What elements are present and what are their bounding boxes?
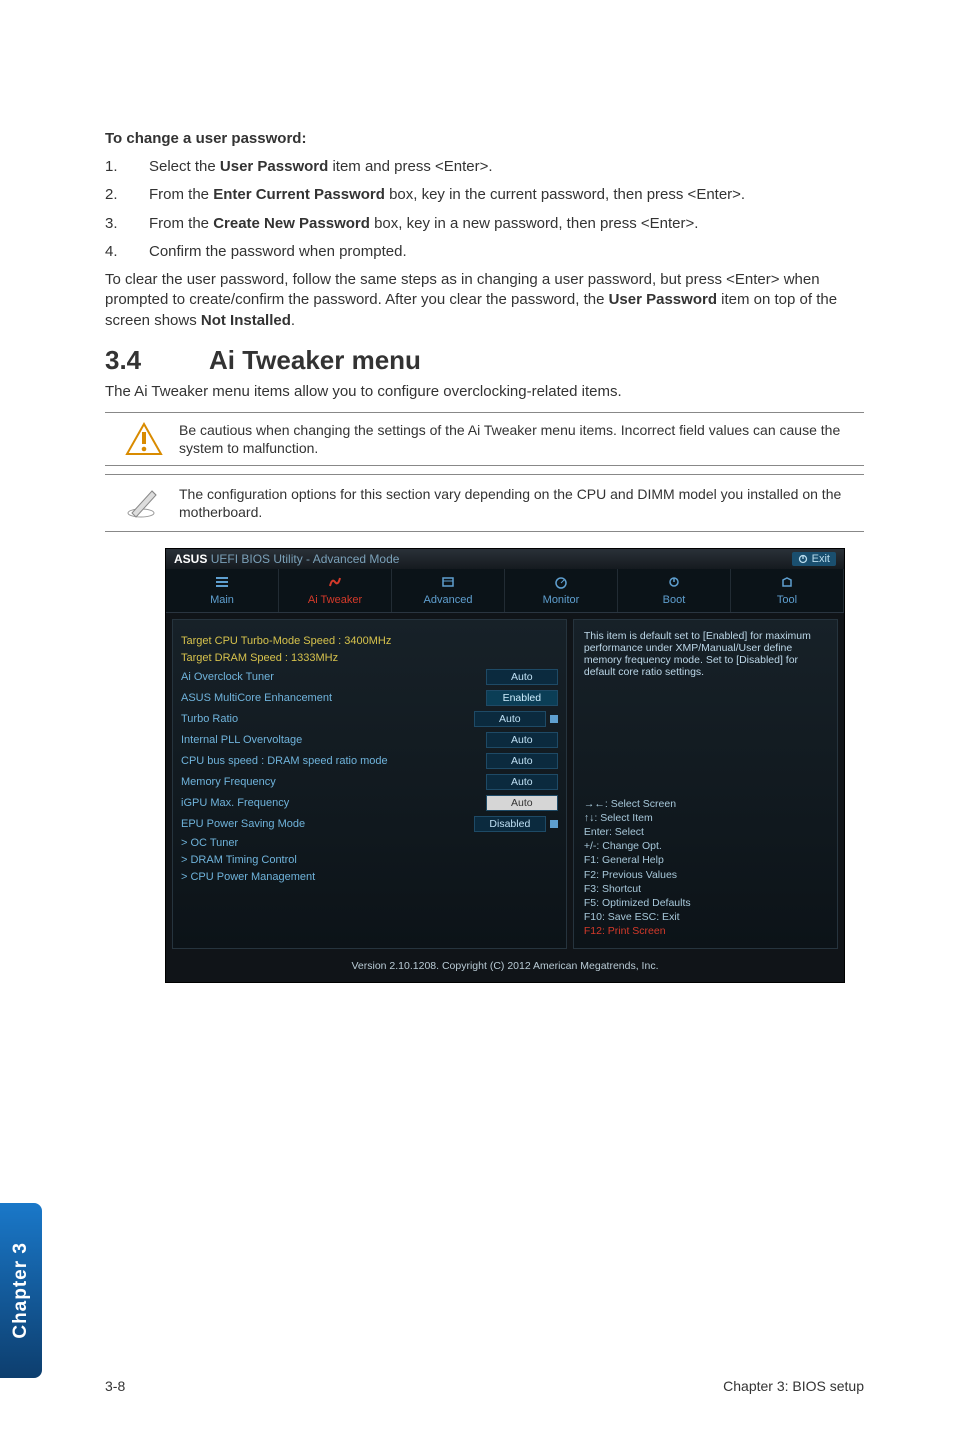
bios-settings-panel: Target CPU Turbo-Mode Speed : 3400MHz Tar… <box>172 619 567 949</box>
bios-tab-boot[interactable]: Boot <box>618 569 731 612</box>
bios-help-key-line: F2: Previous Values <box>584 868 827 882</box>
bios-field-value[interactable]: Auto <box>486 774 558 790</box>
bios-exit-button[interactable]: Exit <box>792 552 836 566</box>
bios-tab-main[interactable]: Main <box>166 569 279 612</box>
bios-help-top: This item is default set to [Enabled] fo… <box>584 630 827 678</box>
bios-field-value[interactable]: Disabled <box>474 816 546 832</box>
bios-help-key-line: Enter: Select <box>584 825 827 839</box>
steps-list: 1.Select the User Password item and pres… <box>105 157 864 262</box>
bios-setting-row[interactable]: iGPU Max. FrequencyAuto <box>181 795 558 811</box>
bios-tab-tool[interactable]: Tool <box>731 569 844 612</box>
scroll-indicator <box>550 715 558 723</box>
bios-field-value[interactable]: Auto <box>486 753 558 769</box>
bios-setting-row[interactable]: Target CPU Turbo-Mode Speed : 3400MHz <box>181 635 558 647</box>
bios-field-value[interactable]: Enabled <box>486 690 558 706</box>
section-heading: 3.4 Ai Tweaker menu <box>105 345 864 376</box>
bios-help-key-line: F3: Shortcut <box>584 882 827 896</box>
bios-screenshot: ASUS UEFI BIOS Utility - Advanced Mode E… <box>165 548 845 983</box>
tab-icon <box>507 575 615 592</box>
bios-tab-advanced[interactable]: Advanced <box>392 569 505 612</box>
bios-help-key-line: ↑↓: Select Item <box>584 811 827 825</box>
bios-setting-row[interactable]: Target DRAM Speed : 1333MHz <box>181 652 558 664</box>
bios-help-key-line: F12: Print Screen <box>584 924 827 938</box>
bios-brand: ASUS <box>174 552 207 566</box>
clear-password-text: To clear the user password, follow the s… <box>105 270 864 331</box>
tab-icon <box>281 575 389 592</box>
info-text: The configuration options for this secti… <box>179 485 860 521</box>
bios-tab-ai-tweaker[interactable]: Ai Tweaker <box>279 569 392 612</box>
chapter-side-tab: Chapter 3 <box>0 1203 42 1378</box>
tab-icon <box>394 575 502 592</box>
bios-setting-row[interactable]: > CPU Power Management <box>181 871 558 883</box>
bios-setting-row[interactable]: > DRAM Timing Control <box>181 854 558 866</box>
power-icon <box>798 554 808 564</box>
tab-icon <box>620 575 728 592</box>
page-number: 3-8 <box>105 1378 125 1394</box>
bios-setting-row[interactable]: Memory FrequencyAuto <box>181 774 558 790</box>
step-item: 1.Select the User Password item and pres… <box>105 157 864 177</box>
chapter-label: Chapter 3: BIOS setup <box>723 1378 864 1394</box>
bios-field-value[interactable]: Auto <box>486 795 558 811</box>
caution-note: Be cautious when changing the settings o… <box>105 412 864 466</box>
bios-version-footer: Version 2.10.1208. Copyright (C) 2012 Am… <box>166 955 844 982</box>
caution-icon <box>109 422 179 456</box>
scroll-indicator <box>550 820 558 828</box>
bios-help-keys: →←: Select Screen↑↓: Select ItemEnter: S… <box>584 797 827 939</box>
bios-tab-monitor[interactable]: Monitor <box>505 569 618 612</box>
bios-help-key-line: +/-: Change Opt. <box>584 839 827 853</box>
step-item: 4.Confirm the password when prompted. <box>105 242 864 262</box>
tab-icon <box>168 575 276 592</box>
bios-setting-row[interactable]: EPU Power Saving ModeDisabled <box>181 816 558 832</box>
tab-icon <box>733 575 841 592</box>
pencil-icon <box>109 483 179 523</box>
bios-help-key-line: F1: General Help <box>584 853 827 867</box>
page-footer: 3-8 Chapter 3: BIOS setup <box>105 1378 864 1394</box>
bios-tabs: MainAi TweakerAdvancedMonitorBootTool <box>166 569 844 613</box>
section-description: The Ai Tweaker menu items allow you to c… <box>105 382 864 402</box>
step-item: 2.From the Enter Current Password box, k… <box>105 185 864 205</box>
bios-title-text: UEFI BIOS Utility - Advanced Mode <box>211 552 400 566</box>
bios-setting-row[interactable]: ASUS MultiCore EnhancementEnabled <box>181 690 558 706</box>
caution-text: Be cautious when changing the settings o… <box>179 421 860 457</box>
bios-setting-row[interactable]: Turbo RatioAuto <box>181 711 558 727</box>
bios-field-value[interactable]: Auto <box>474 711 546 727</box>
bios-setting-row[interactable]: > OC Tuner <box>181 837 558 849</box>
bios-field-value[interactable]: Auto <box>486 669 558 685</box>
bios-help-key-line: F5: Optimized Defaults <box>584 896 827 910</box>
bios-titlebar: ASUS UEFI BIOS Utility - Advanced Mode E… <box>166 549 844 569</box>
section-title: Ai Tweaker menu <box>209 345 421 376</box>
step-item: 3.From the Create New Password box, key … <box>105 214 864 234</box>
bios-help-panel: This item is default set to [Enabled] fo… <box>573 619 838 949</box>
bios-help-key-line: F10: Save ESC: Exit <box>584 910 827 924</box>
bios-setting-row[interactable]: CPU bus speed : DRAM speed ratio modeAut… <box>181 753 558 769</box>
bios-setting-row[interactable]: Ai Overclock TunerAuto <box>181 669 558 685</box>
intro-heading: To change a user password: <box>105 130 864 147</box>
bios-setting-row[interactable]: Internal PLL OvervoltageAuto <box>181 732 558 748</box>
bios-field-value[interactable]: Auto <box>486 732 558 748</box>
section-number: 3.4 <box>105 345 209 376</box>
info-note: The configuration options for this secti… <box>105 474 864 532</box>
bios-help-key-line: →←: Select Screen <box>584 797 827 811</box>
